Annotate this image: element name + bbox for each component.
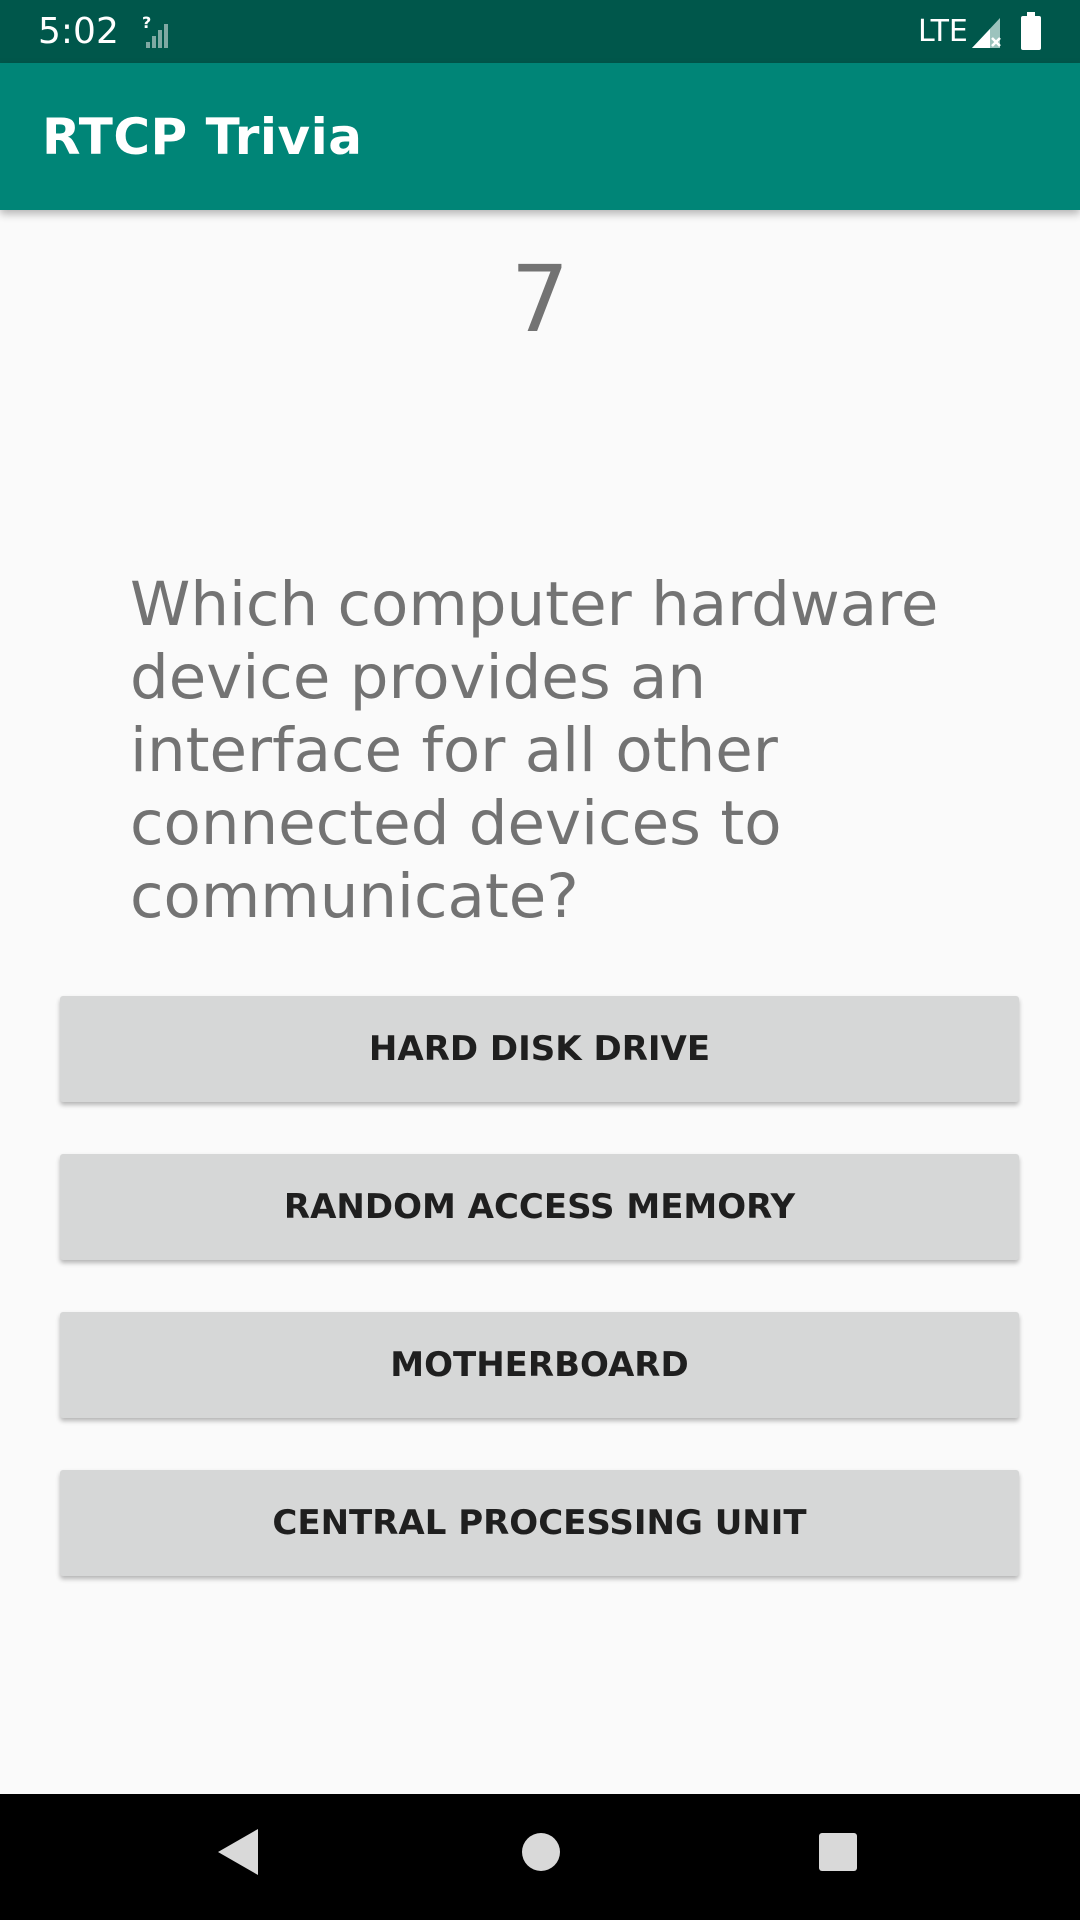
app-title: RTCP Trivia xyxy=(42,108,363,166)
answer-button-hard-disk-drive[interactable]: HARD DISK DRIVE xyxy=(60,996,1019,1102)
back-icon[interactable] xyxy=(216,1827,260,1877)
answer-button-motherboard[interactable]: MOTHERBOARD xyxy=(60,1312,1019,1418)
app-bar: RTCP Trivia xyxy=(0,63,1080,210)
question-text: Which computer hardware device provides … xyxy=(130,569,939,932)
status-bar: 5:02 ? LTE xyxy=(0,0,1080,63)
question-number: 7 xyxy=(510,246,570,353)
recents-icon[interactable] xyxy=(818,1832,858,1872)
wifi-unknown-icon: ? xyxy=(142,14,168,48)
answer-button-central-processing-unit[interactable]: CENTRAL PROCESSING UNIT xyxy=(60,1470,1019,1576)
answer-button-random-access-memory[interactable]: RANDOM ACCESS MEMORY xyxy=(60,1154,1019,1260)
navigation-bar xyxy=(0,1794,1080,1920)
cell-signal-icon xyxy=(972,18,1001,48)
signal-unknown-mark: ? xyxy=(142,14,151,32)
home-icon[interactable] xyxy=(521,1832,561,1872)
battery-icon xyxy=(1021,12,1041,50)
status-time: 5:02 xyxy=(38,11,119,52)
network-type: LTE xyxy=(918,14,968,49)
